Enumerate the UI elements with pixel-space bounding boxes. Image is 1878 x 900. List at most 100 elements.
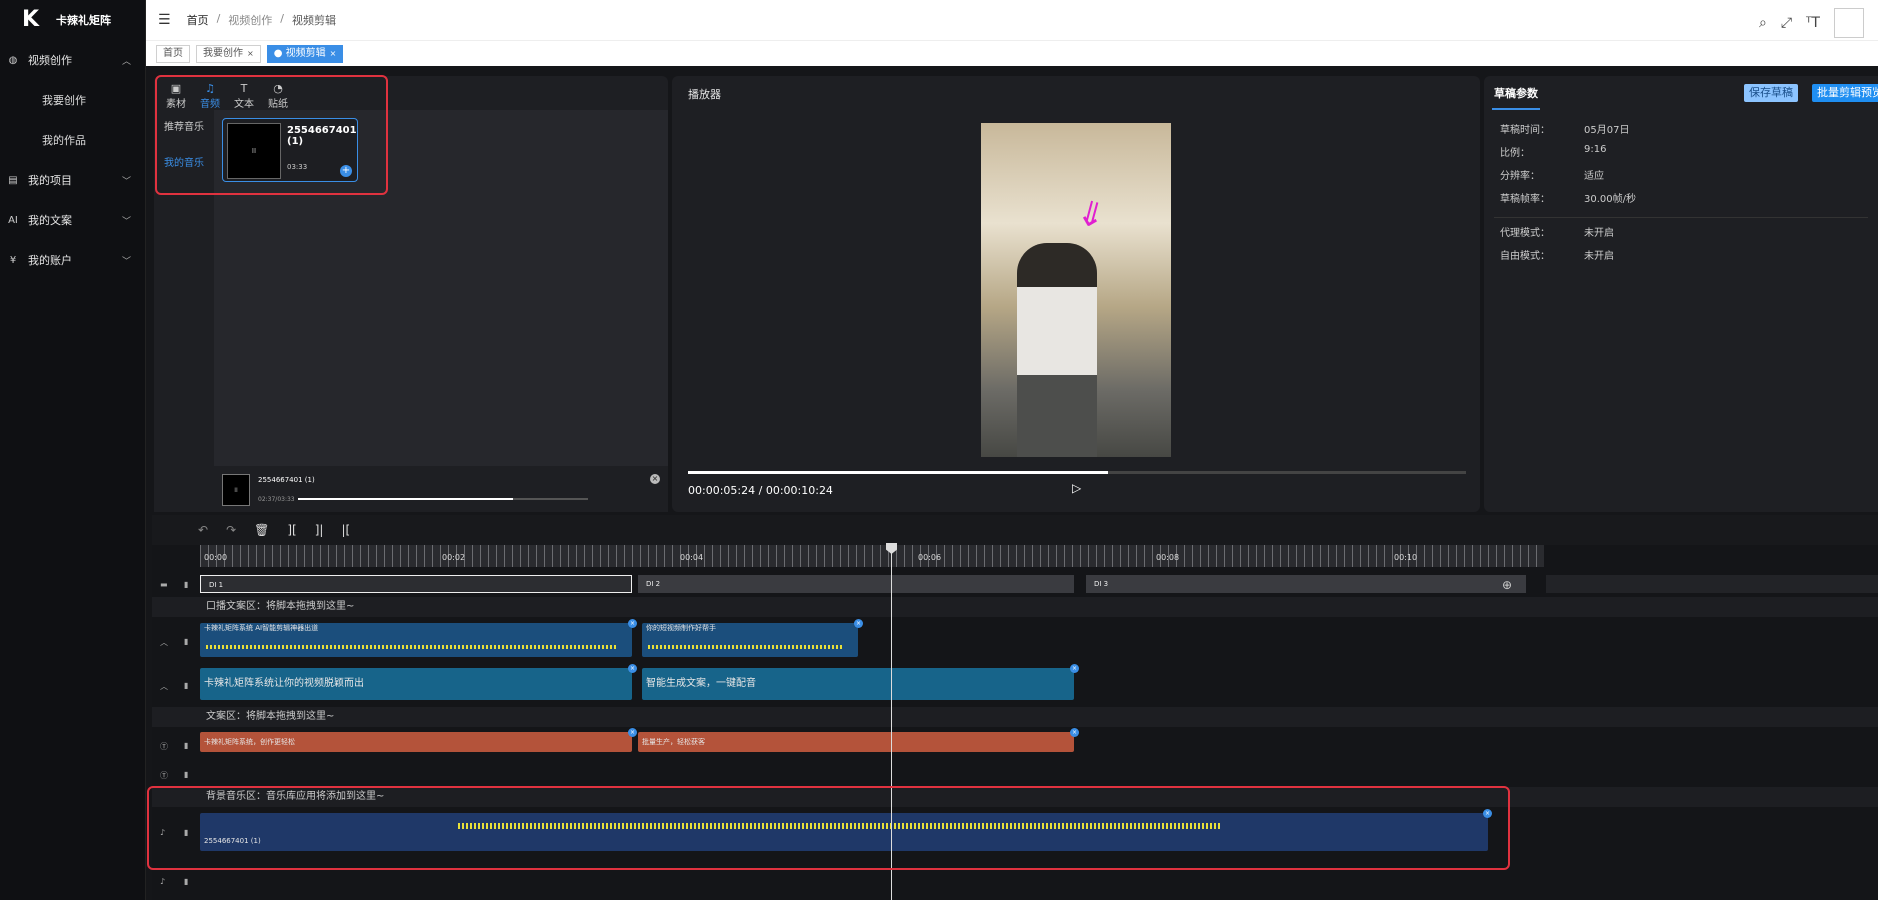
- params-panel: 草稿参数 保存草稿 批量剪辑预览 草稿时间： 05月07日 比例： 9:16 分辨率…: [1484, 76, 1878, 512]
- sidebar-item-label: 我的项目: [28, 174, 72, 187]
- close-icon[interactable]: ×: [1070, 728, 1079, 737]
- chevron-down-icon: ﹀: [121, 256, 131, 267]
- close-icon[interactable]: ×: [247, 49, 254, 58]
- batch-preview-button[interactable]: 批量剪辑预览: [1812, 84, 1878, 102]
- sidebar-item-video-creation[interactable]: ◍ 视频创作 ︿: [0, 40, 145, 80]
- voice-clip-1[interactable]: 卡辣礼矩阵系统 AI智能剪辑神器出道: [200, 623, 632, 657]
- breadcrumb-video-creation[interactable]: 视频创作: [228, 12, 272, 28]
- sidebar-item-label: 我的账户: [28, 254, 72, 267]
- app-logo[interactable]: K 卡辣礼矩阵: [0, 0, 145, 40]
- sidebar-sub-works[interactable]: 我的作品: [0, 120, 145, 160]
- trash-icon[interactable]: ▮: [184, 580, 188, 589]
- tab-draft-params[interactable]: 草稿参数: [1492, 82, 1540, 110]
- breadcrumb-current: 视频剪辑: [292, 14, 336, 27]
- camera-icon[interactable]: ▬: [160, 580, 168, 589]
- top-bar: ☰ 首页 / 视频创作 / 视频剪辑 ⌕ ⤢ ᵀT: [146, 0, 1878, 40]
- text-clip-1[interactable]: 卡辣礼矩阵系统，创作更轻松: [200, 732, 632, 752]
- close-icon[interactable]: ×: [1070, 664, 1079, 673]
- param-value: 未开启: [1584, 228, 1614, 239]
- undo-icon[interactable]: ↶: [198, 523, 208, 537]
- logo-icon: K: [22, 7, 40, 32]
- yen-icon: ¥: [9, 254, 17, 266]
- video-clip-3[interactable]: DI 3: [1086, 575, 1526, 593]
- video-person: [1017, 243, 1097, 457]
- text-track-icon[interactable]: Ⓣ: [160, 741, 168, 752]
- mini-time: 02:37/03:33: [258, 496, 295, 503]
- trash-icon[interactable]: ▮: [184, 681, 188, 690]
- text-clip-2[interactable]: 批量生产，轻松获客: [638, 732, 1074, 752]
- close-icon[interactable]: ×: [854, 619, 863, 628]
- chevron-up-icon: ︿: [121, 56, 131, 67]
- fullscreen-icon[interactable]: ⤢: [1781, 15, 1792, 31]
- sidebar-sub-create[interactable]: 我要创作: [0, 80, 145, 120]
- divider: [1494, 217, 1868, 218]
- param-value: 05月07日: [1584, 125, 1630, 136]
- subtitle-clip-2[interactable]: 智能生成文案，一键配音: [642, 668, 1074, 700]
- timeline-toolbar: ↶ ↷ 🗑 ][ ]| |[: [152, 515, 1878, 545]
- split-icon[interactable]: ]|: [315, 523, 324, 537]
- close-icon[interactable]: ×: [650, 474, 660, 484]
- param-row: 比例： 9:16: [1500, 144, 1606, 159]
- split-right-icon[interactable]: |[: [341, 523, 350, 537]
- ai-icon: AI: [8, 214, 18, 226]
- param-key: 代理模式：: [1500, 228, 1550, 239]
- text-zone: 文案区：将脚本拖拽到这里~: [152, 707, 1878, 727]
- highlight-box-materials: [155, 75, 388, 195]
- voice-clip-label: 卡辣礼矩阵系统 AI智能剪辑神器出道: [204, 624, 319, 632]
- voice-clip-2[interactable]: 你的短视频制作好帮手: [642, 623, 858, 657]
- time-ruler[interactable]: 00:00 00:02 00:04 00:06 00:08 00:10: [200, 545, 1544, 567]
- ruler-label: 00:02: [442, 553, 466, 562]
- breadcrumb-home[interactable]: 首页: [187, 12, 209, 28]
- param-row: 自由模式： 未开启: [1500, 247, 1614, 262]
- search-icon[interactable]: ⌕: [1759, 15, 1767, 31]
- param-row: 草稿帧率： 30.00帧/秒: [1500, 190, 1636, 205]
- param-value: 适应: [1584, 171, 1604, 182]
- waveform: [648, 645, 844, 649]
- font-size-icon[interactable]: ᵀT: [1806, 15, 1820, 31]
- music-track-icon[interactable]: ♪: [160, 877, 165, 886]
- video-clip-2[interactable]: DI 2: [638, 575, 1074, 593]
- ruler-label: 00:06: [918, 553, 942, 562]
- trash-icon[interactable]: ▮: [184, 877, 188, 886]
- param-key: 分辨率：: [1500, 171, 1540, 182]
- close-icon[interactable]: ×: [330, 49, 337, 58]
- ruler-label: 00:08: [1156, 553, 1180, 562]
- mini-progress-fill: [298, 498, 513, 500]
- close-icon[interactable]: ×: [628, 664, 637, 673]
- sidebar-item-projects[interactable]: ▤ 我的项目 ﹀: [0, 160, 145, 200]
- menu-toggle-icon[interactable]: ☰: [158, 12, 171, 28]
- tag-label: 我要创作: [203, 47, 243, 59]
- voice-clip-label: 你的短视频制作好帮手: [646, 624, 716, 632]
- close-icon[interactable]: ×: [628, 728, 637, 737]
- sidebar-item-account[interactable]: ¥ 我的账户 ﹀: [0, 240, 145, 280]
- player-progress[interactable]: [688, 471, 1466, 474]
- split-left-icon[interactable]: ][: [287, 523, 296, 537]
- text-track-icon[interactable]: Ⓣ: [160, 770, 168, 781]
- avatar[interactable]: [1834, 8, 1864, 38]
- trash-icon[interactable]: ▮: [184, 741, 188, 750]
- time-readout: 00:00:05:24 / 00:00:10:24: [688, 484, 833, 497]
- ruler-label: 00:10: [1394, 553, 1418, 562]
- video-clip-1[interactable]: DI 1: [200, 575, 632, 593]
- add-circle-icon[interactable]: ⊕: [1502, 578, 1512, 592]
- collapse-icon[interactable]: ︿: [160, 637, 168, 648]
- save-draft-button[interactable]: 保存草稿: [1744, 84, 1798, 102]
- top-actions: ⌕ ⤢ ᵀT: [1759, 8, 1864, 38]
- close-icon[interactable]: ×: [628, 619, 637, 628]
- trash-icon[interactable]: ▮: [184, 637, 188, 646]
- play-icon[interactable]: ▷: [1072, 481, 1081, 495]
- collapse-icon[interactable]: ︿: [160, 681, 168, 692]
- mini-thumbnail[interactable]: II: [222, 474, 250, 506]
- trash-icon[interactable]: ▮: [184, 770, 188, 779]
- tag-home[interactable]: 首页: [156, 44, 190, 63]
- voice-zone: 口播文案区：将脚本拖拽到这里~: [152, 597, 1878, 617]
- tag-create[interactable]: 我要创作 ×: [196, 44, 261, 63]
- app-name: 卡辣礼矩阵: [56, 14, 111, 27]
- mini-progress[interactable]: [298, 498, 588, 500]
- sidebar-item-copywriting[interactable]: AI 我的文案 ﹀: [0, 200, 145, 240]
- subtitle-clip-1[interactable]: 卡辣礼矩阵系统让你的视频脱颖而出: [200, 668, 632, 700]
- delete-icon[interactable]: 🗑: [254, 523, 269, 537]
- redo-icon[interactable]: ↷: [226, 523, 236, 537]
- tag-video-edit[interactable]: ● 视频剪辑 ×: [266, 44, 344, 63]
- video-preview[interactable]: ⇙: [981, 123, 1171, 457]
